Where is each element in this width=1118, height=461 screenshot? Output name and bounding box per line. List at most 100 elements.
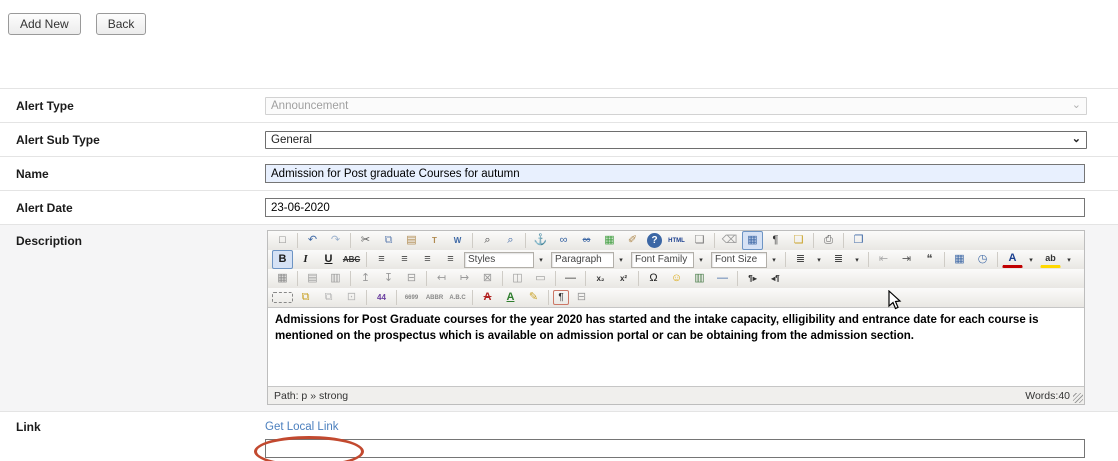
acronym-icon[interactable]: A.B.C xyxy=(447,288,468,307)
toolbar-separator xyxy=(472,290,473,305)
paste-text-icon[interactable]: T xyxy=(424,231,445,250)
row-after-icon[interactable]: ↧ xyxy=(378,269,399,288)
font-family-select[interactable]: Font Family xyxy=(631,252,694,268)
text-color-icon[interactable]: A xyxy=(1002,251,1023,268)
insert-table-icon[interactable]: ▦ xyxy=(272,269,293,288)
undo-icon[interactable]: ↶ xyxy=(302,231,323,250)
remove-format-icon[interactable]: ⌫ xyxy=(719,231,740,250)
media-icon[interactable]: ▥ xyxy=(689,269,710,288)
insert-time-icon[interactable]: ◷ xyxy=(972,250,993,269)
cite-icon[interactable]: 6699 xyxy=(401,288,422,307)
copy-icon[interactable]: ⧉ xyxy=(378,231,399,250)
editor-content-area[interactable]: Admissions for Post Graduate courses for… xyxy=(268,307,1084,386)
special-char-icon[interactable]: Ω xyxy=(643,269,664,288)
show-blocks-icon[interactable]: ¶ xyxy=(765,231,786,250)
blockquote-icon[interactable]: ❝ xyxy=(919,250,940,269)
name-input[interactable] xyxy=(265,164,1085,183)
dropdown-arrow-icon[interactable]: ▾ xyxy=(1063,251,1075,269)
cleanup-icon[interactable]: ✐ xyxy=(622,231,643,250)
dropdown-arrow-icon[interactable]: ▾ xyxy=(535,251,547,269)
ltr-icon[interactable]: ¶▸ xyxy=(742,269,763,288)
dropdown-arrow-icon[interactable]: ▾ xyxy=(615,251,627,269)
superscript-icon[interactable]: x² xyxy=(613,269,634,288)
insert-date-icon[interactable]: ▦ xyxy=(949,250,970,269)
html-source-icon[interactable]: HTML xyxy=(666,231,687,250)
style-props-icon[interactable]: 44 xyxy=(371,288,392,307)
advanced-hr-icon[interactable]: — xyxy=(712,269,733,288)
alert-date-input[interactable] xyxy=(265,198,1085,217)
link-input[interactable] xyxy=(265,439,1085,458)
align-justify-icon[interactable]: ≡ xyxy=(440,250,461,269)
bold-button[interactable]: B xyxy=(272,250,293,269)
image-icon[interactable]: ▦ xyxy=(599,231,620,250)
dropdown-arrow-icon[interactable]: ▾ xyxy=(813,251,825,269)
link-icon[interactable]: ∞ xyxy=(553,231,574,250)
print-icon[interactable]: ⎙ xyxy=(818,231,839,250)
dropdown-arrow-icon[interactable]: ▾ xyxy=(695,251,707,269)
delete-col-icon[interactable]: ⊠ xyxy=(477,269,498,288)
pagebreak-icon[interactable]: ⊟ xyxy=(571,288,592,307)
redo-icon[interactable]: ↷ xyxy=(325,231,346,250)
paste-icon[interactable]: ▤ xyxy=(401,231,422,250)
cut-icon[interactable]: ✂ xyxy=(355,231,376,250)
strikethrough-button[interactable]: ABC xyxy=(341,250,362,269)
horizontal-rule-icon[interactable]: — xyxy=(560,269,581,288)
font-size-select[interactable]: Font Size xyxy=(711,252,767,268)
row-before-icon[interactable]: ↥ xyxy=(355,269,376,288)
col-before-icon[interactable]: ↤ xyxy=(431,269,452,288)
visual-blocks-icon[interactable] xyxy=(272,292,293,303)
find-icon[interactable]: ⌕ xyxy=(477,231,498,250)
split-cells-icon[interactable]: ◫ xyxy=(507,269,528,288)
numbered-list-icon[interactable]: ≣ xyxy=(828,250,849,269)
del-icon[interactable]: A xyxy=(477,288,498,307)
table-cell-props-icon[interactable]: ▥ xyxy=(325,269,346,288)
fullscreen-icon[interactable]: ❐ xyxy=(848,231,869,250)
italic-button[interactable]: I xyxy=(295,250,316,269)
merge-cells-icon[interactable]: ▭ xyxy=(530,269,551,288)
find-replace-icon[interactable]: ⌕ xyxy=(500,231,521,250)
back-button[interactable]: Back xyxy=(96,13,147,35)
alert-date-row: Alert Date xyxy=(0,190,1118,224)
unlink-icon[interactable]: ∞ xyxy=(576,231,597,250)
dropdown-arrow-icon[interactable]: ▾ xyxy=(851,251,863,269)
dropdown-arrow-icon[interactable]: ▾ xyxy=(1025,251,1037,269)
template-icon[interactable]: ❏ xyxy=(788,231,809,250)
emoticons-icon[interactable]: ☺ xyxy=(666,269,687,288)
subscript-icon[interactable]: x₂ xyxy=(590,269,611,288)
new-document-icon[interactable]: □ xyxy=(272,231,293,250)
styles-select[interactable]: Styles xyxy=(464,252,534,268)
help-icon[interactable]: ? xyxy=(647,233,662,248)
delete-row-icon[interactable]: ⊟ xyxy=(401,269,422,288)
outdent-icon[interactable]: ⇤ xyxy=(873,250,894,269)
move-backward-icon[interactable]: ⧉ xyxy=(318,288,339,307)
align-right-icon[interactable]: ≡ xyxy=(417,250,438,269)
move-forward-icon[interactable]: ⧉ xyxy=(295,288,316,307)
visual-aid-icon[interactable]: ▦ xyxy=(742,231,763,250)
get-local-link[interactable]: Get Local Link xyxy=(265,421,339,433)
underline-button[interactable]: U xyxy=(318,250,339,269)
ins-icon[interactable]: A xyxy=(500,288,521,307)
toolbar-separator xyxy=(366,252,367,267)
align-center-icon[interactable]: ≡ xyxy=(394,250,415,269)
attributes-icon[interactable]: ✎ xyxy=(523,288,544,307)
dropdown-arrow-icon[interactable]: ▾ xyxy=(768,251,780,269)
nonbreaking-icon[interactable]: ¶ xyxy=(553,290,569,305)
indent-icon[interactable]: ⇥ xyxy=(896,250,917,269)
resize-grip-icon[interactable] xyxy=(1073,393,1083,403)
anchor-icon[interactable]: ⚓ xyxy=(530,231,551,250)
bullet-list-icon[interactable]: ≣ xyxy=(790,250,811,269)
background-color-icon[interactable]: ab xyxy=(1040,251,1061,268)
rtl-icon[interactable]: ◂¶ xyxy=(765,269,786,288)
toolbar-separator xyxy=(997,252,998,267)
abbr-icon[interactable]: ABBR xyxy=(424,288,445,307)
add-new-button[interactable]: Add New xyxy=(8,13,81,35)
paste-word-icon[interactable]: W xyxy=(447,231,468,250)
preview-icon[interactable]: ❏ xyxy=(689,231,710,250)
align-left-icon[interactable]: ≡ xyxy=(371,250,392,269)
absolute-position-icon[interactable]: ⊡ xyxy=(341,288,362,307)
table-row-props-icon[interactable]: ▤ xyxy=(302,269,323,288)
alert-sub-type-select[interactable]: General ⌄ xyxy=(265,131,1087,149)
link-label: Link xyxy=(0,412,265,434)
format-select[interactable]: Paragraph xyxy=(551,252,614,268)
col-after-icon[interactable]: ↦ xyxy=(454,269,475,288)
